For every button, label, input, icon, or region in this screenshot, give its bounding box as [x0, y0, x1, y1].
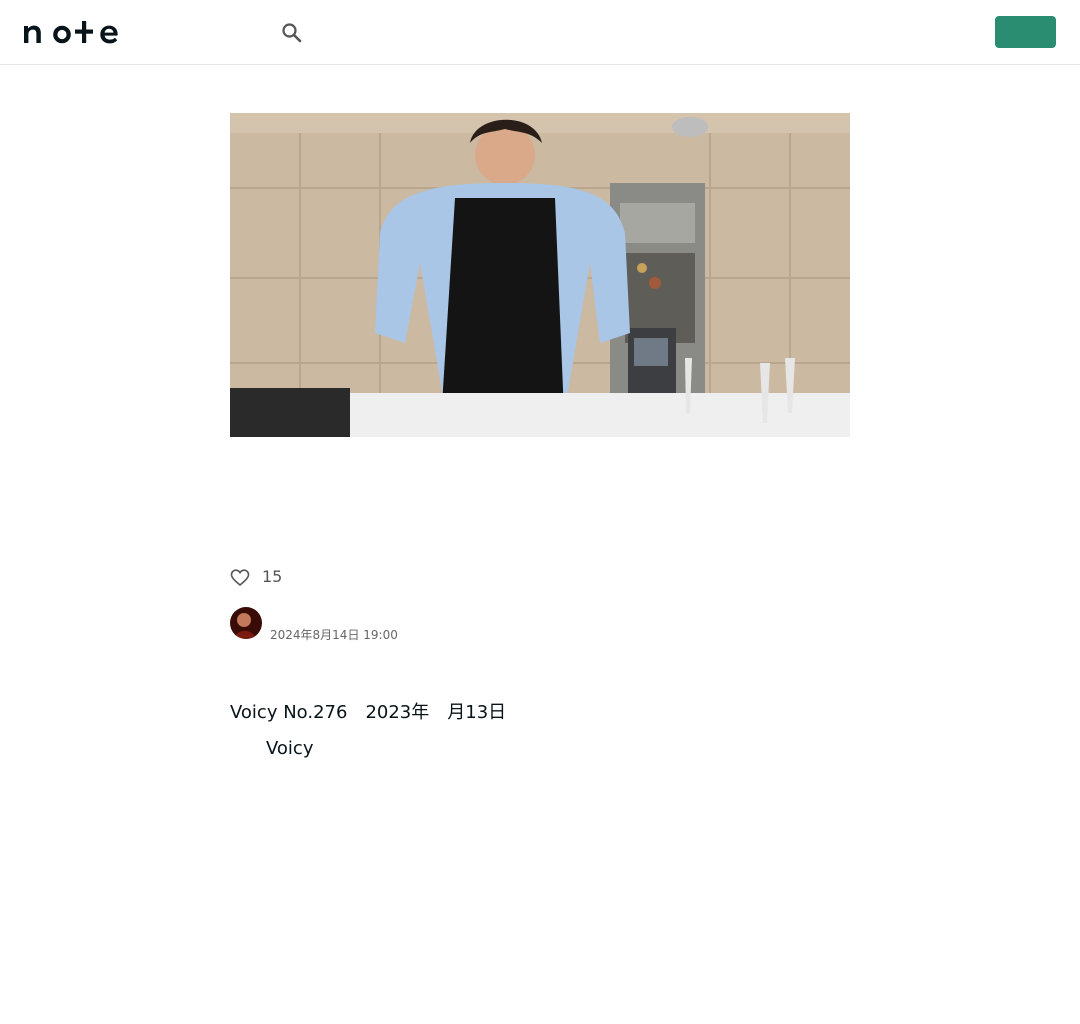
- author-name[interactable]: [270, 609, 500, 625]
- body-line-2-text: Voicy: [230, 738, 440, 759]
- body-paragraph: [230, 803, 850, 875]
- signup-button[interactable]: [995, 16, 1056, 48]
- site-header: note: [0, 0, 1080, 65]
- note-logo[interactable]: note: [24, 19, 124, 45]
- hero-image: [230, 113, 850, 437]
- article-title: [230, 510, 850, 558]
- like-count: 15: [262, 567, 283, 586]
- search-icon[interactable]: [278, 19, 306, 47]
- author-avatar[interactable]: [230, 607, 262, 639]
- body-line-1: Voicy No.276 2023年 月13日: [230, 702, 525, 723]
- heart-outline-icon[interactable]: [230, 568, 250, 588]
- body-line-2: Voicy: [230, 731, 850, 767]
- publish-date: 2024年8月14日 19:00: [270, 628, 398, 642]
- login-link[interactable]: [920, 16, 978, 48]
